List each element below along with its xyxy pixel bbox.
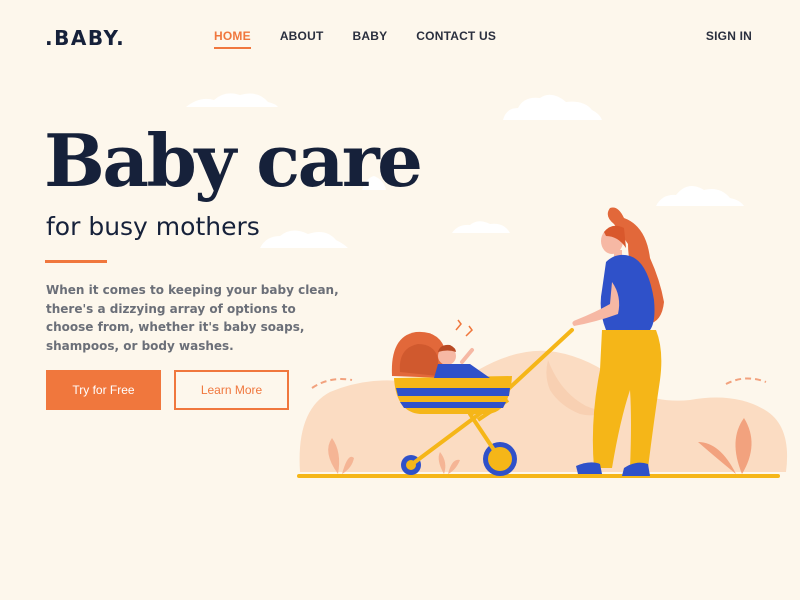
try-for-free-button[interactable]: Try for Free [46,370,161,410]
hero-subtitle: for busy mothers [46,212,260,241]
cloud-icon [503,94,602,120]
hero-title: Baby care [44,118,423,203]
cloud-icon [260,230,348,248]
hero-description: When it comes to keeping your baby clean… [46,283,339,353]
ground-line [297,474,780,478]
cloud-icon [186,93,278,107]
learn-more-button[interactable]: Learn More [174,370,289,410]
cloud-icon [452,221,510,233]
title-underline [45,260,107,263]
cloud-icon [656,186,744,206]
